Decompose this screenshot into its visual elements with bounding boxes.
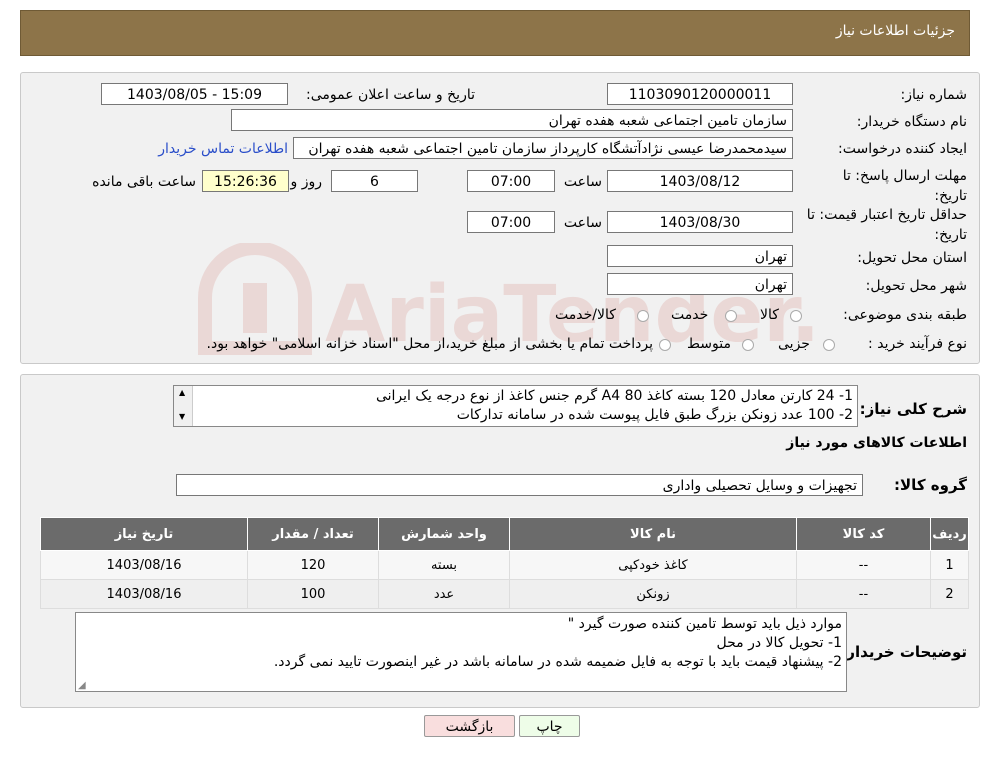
remaining-label: ساعت باقی مانده [92, 174, 196, 190]
summary-line-2: 2- 100 عدد زونکن بزرگ طبق فایل پیوست شده… [456, 407, 853, 423]
buyer-field: سازمان تامین اجتماعی شعبه هفده تهران [231, 109, 793, 131]
deadline-time-label: ساعت [563, 174, 602, 190]
validity-time-label: ساعت [563, 215, 602, 231]
summary-scrollbar[interactable]: ▲ ▼ [174, 386, 193, 426]
remaining-time-field: 15:26:36 [202, 170, 289, 192]
purchase-option-minor: جزیی [778, 336, 810, 352]
category-radio-service[interactable] [725, 310, 737, 322]
purchase-radio-minor[interactable] [823, 339, 835, 351]
creator-label: ایجاد کننده درخواست: [838, 141, 967, 157]
cell-code: -- [796, 579, 931, 609]
buyer-notes-label: توضیحات خریدار: [840, 643, 967, 661]
deadline-date-field: 1403/08/12 [607, 170, 793, 192]
creator-field: سیدمحمدرضا عیسی نژادآتشگاه کارپرداز سازم… [293, 137, 793, 159]
page-header: جزئیات اطلاعات نیاز [20, 10, 970, 56]
cell-code: -- [796, 550, 931, 580]
col-row-header: ردیف [930, 517, 969, 551]
cell-date: 1403/08/16 [40, 579, 248, 609]
back-button[interactable]: بازگشت [424, 715, 515, 737]
days-label: روز و [290, 174, 323, 190]
col-unit-header: واحد شمارش [378, 517, 510, 551]
category-option-goods: کالا [760, 307, 779, 323]
purchase-note: پرداخت تمام یا بخشی از مبلغ خرید،از محل … [206, 336, 653, 352]
col-code-header: کد کالا [796, 517, 931, 551]
cell-row: 1 [930, 550, 969, 580]
summary-line-1: 1- 24 کارتن معادل 120 بسته کاغذ A4 80 گر… [375, 388, 853, 404]
purchase-type-label: نوع فرآیند خرید : [868, 336, 967, 352]
contact-buyer-link[interactable]: اطلاعات تماس خریدار [158, 141, 288, 157]
need-number-field: 1103090120000011 [607, 83, 793, 105]
cell-qty: 100 [247, 579, 379, 609]
summary-label: شرح کلی نیاز: [859, 400, 967, 418]
validity-date-field: 1403/08/30 [607, 211, 793, 233]
scroll-down-icon[interactable]: ▼ [179, 412, 185, 421]
city-field: تهران [607, 273, 793, 295]
col-date-header: تاریخ نیاز [40, 517, 248, 551]
announce-label: تاریخ و ساعت اعلان عمومی: [306, 87, 475, 103]
table-row: 2 -- زونکن عدد 100 1403/08/16 [40, 579, 969, 609]
group-label: گروه کالا: [894, 476, 967, 494]
validity-label: حداقل تاریخ اعتبار قیمت: تا تاریخ: [806, 207, 967, 243]
cell-name: زونکن [509, 579, 797, 609]
buyer-label: نام دستگاه خریدار: [856, 114, 967, 130]
province-field: تهران [607, 245, 793, 267]
cell-unit: عدد [378, 579, 510, 609]
deadline-time-field: 07:00 [467, 170, 555, 192]
category-option-both: کالا/خدمت [555, 307, 616, 323]
items-section-title: اطلاعات کالاهای مورد نیاز [786, 435, 967, 451]
category-radio-both[interactable] [637, 310, 649, 322]
page-title: جزئیات اطلاعات نیاز [835, 23, 955, 39]
cell-date: 1403/08/16 [40, 550, 248, 580]
category-option-service: خدمت [671, 307, 709, 323]
need-number-label: شماره نیاز: [900, 87, 968, 103]
table-row: 1 -- کاغذ خودکپی بسته 120 1403/08/16 [40, 550, 969, 580]
summary-textarea[interactable]: ▲ ▼ 1- 24 کارتن معادل 120 بسته کاغذ A4 8… [173, 385, 858, 427]
col-name-header: نام کالا [509, 517, 797, 551]
notes-line-3: 2- پیشنهاد قیمت باید با توجه به فایل ضمی… [273, 654, 842, 670]
group-field: تجهیزات و وسایل تحصیلی واداری [176, 474, 863, 496]
treasury-bond-checkbox[interactable] [659, 339, 671, 351]
city-label: شهر محل تحویل: [865, 278, 967, 294]
purchase-option-medium: متوسط [687, 336, 731, 352]
cell-unit: بسته [378, 550, 510, 580]
resize-grip-icon[interactable]: ◢ [78, 680, 86, 691]
cell-row: 2 [930, 579, 969, 609]
scroll-up-icon[interactable]: ▲ [179, 388, 185, 397]
cell-qty: 120 [247, 550, 379, 580]
category-label: طبقه بندی موضوعی: [843, 307, 967, 323]
notes-line-1: موارد ذیل باید توسط تامین کننده صورت گیر… [567, 616, 842, 632]
deadline-label: مهلت ارسال پاسخ: تا تاریخ: [842, 168, 967, 204]
col-qty-header: تعداد / مقدار [247, 517, 379, 551]
notes-line-2: 1- تحویل کالا در محل [716, 635, 843, 651]
table-header-row: ردیف کد کالا نام کالا واحد شمارش تعداد /… [40, 517, 969, 551]
category-radio-goods[interactable] [790, 310, 802, 322]
announce-field: 1403/08/05 - 15:09 [101, 83, 288, 105]
days-field: 6 [331, 170, 418, 192]
cell-name: کاغذ خودکپی [509, 550, 797, 580]
purchase-radio-medium[interactable] [742, 339, 754, 351]
buyer-notes-textarea[interactable]: موارد ذیل باید توسط تامین کننده صورت گیر… [75, 612, 847, 692]
province-label: استان محل تحویل: [857, 250, 967, 266]
items-table: ردیف کد کالا نام کالا واحد شمارش تعداد /… [40, 517, 969, 609]
validity-time-field: 07:00 [467, 211, 555, 233]
print-button[interactable]: چاپ [519, 715, 580, 737]
